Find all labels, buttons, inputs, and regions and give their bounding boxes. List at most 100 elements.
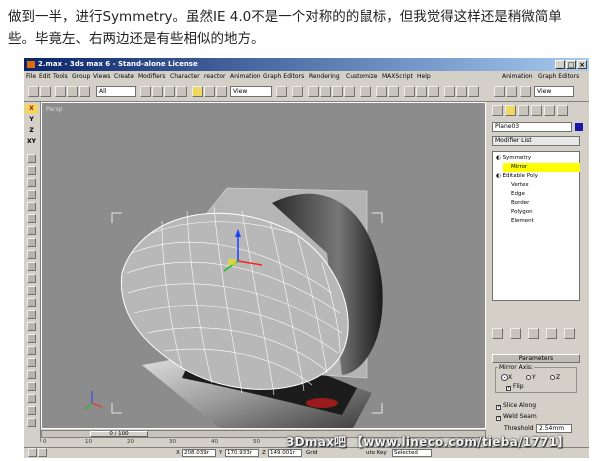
tool-7-icon[interactable] [27,226,36,235]
axis-x-radio[interactable]: X [500,374,512,382]
align-icon[interactable] [388,86,399,97]
tool-19-icon[interactable] [27,370,36,379]
tool-14-icon[interactable] [27,310,36,319]
stack-item-border[interactable]: Border [511,199,529,208]
absolute-mode-icon[interactable] [38,448,47,457]
tool-23-icon[interactable] [27,418,36,427]
tool-3-icon[interactable] [27,178,36,187]
show-end-result-icon[interactable] [510,328,521,339]
spinner-snap-icon[interactable] [344,86,355,97]
tool-5-icon[interactable] [27,202,36,211]
stack-item-edge[interactable]: Edge [511,190,525,199]
tool-2-icon[interactable] [27,166,36,175]
menu-rendering[interactable]: Rendering [309,71,340,82]
make-unique-icon[interactable] [528,328,539,339]
menu-graph-editors[interactable]: Graph Editors [263,71,304,82]
menu-create[interactable]: Create [114,71,134,82]
menu-tools[interactable]: Tools [53,71,68,82]
menu-group[interactable]: Group [72,71,90,82]
menu-animation-right[interactable]: Animation [502,71,533,82]
tool-13-icon[interactable] [27,298,36,307]
close-button[interactable]: × [577,60,587,69]
undo-right-icon[interactable] [494,86,505,97]
modifier-list-dropdown[interactable]: Modifier List [492,136,580,146]
remove-modifier-icon[interactable] [546,328,557,339]
key-filter-dropdown[interactable]: Selected [392,449,432,457]
pivot-center-icon[interactable] [276,86,287,97]
menu-animation[interactable]: Animation [230,71,261,82]
move-right-icon[interactable] [520,86,531,97]
tool-11-icon[interactable] [27,274,36,283]
menu-file[interactable]: File [26,71,36,82]
object-color-swatch[interactable] [575,123,583,131]
menu-views[interactable]: Views [93,71,110,82]
tool-18-icon[interactable] [27,358,36,367]
pin-stack-icon[interactable] [492,328,503,339]
tool-10-icon[interactable] [27,262,36,271]
motion-tab-icon[interactable] [531,105,542,116]
tool-16-icon[interactable] [27,334,36,343]
menu-character[interactable]: Character [170,71,200,82]
tool-22-icon[interactable] [27,406,36,415]
y-coord-field[interactable]: 170.933r [225,449,259,457]
axis-y-button[interactable]: Y [25,115,38,125]
select-move-icon[interactable] [192,86,203,97]
configure-modifier-sets-icon[interactable] [564,328,575,339]
quick-render-icon[interactable] [468,86,479,97]
lock-selection-icon[interactable] [28,448,37,457]
hierarchy-tab-icon[interactable] [518,105,529,116]
select-rotate-icon[interactable] [204,86,215,97]
layer-manager-icon[interactable] [404,86,415,97]
tool-21-icon[interactable] [27,394,36,403]
tool-15-icon[interactable] [27,322,36,331]
undo-icon[interactable] [28,86,39,97]
stack-item-element[interactable]: Element [511,217,534,226]
perspective-viewport[interactable]: Persp [41,102,486,429]
tool-1-icon[interactable] [27,154,36,163]
menu-customize[interactable]: Customize [346,71,378,82]
rect-selection-icon[interactable] [164,86,175,97]
named-selection-icon[interactable] [360,86,371,97]
material-editor-icon[interactable] [444,86,455,97]
stack-item-polygon[interactable]: Polygon [511,208,533,217]
stack-item-mirror[interactable]: Mirror [503,163,580,172]
redo-icon[interactable] [40,86,51,97]
percent-snap-icon[interactable] [332,86,343,97]
axis-z-button[interactable]: Z [25,126,38,136]
modify-tab-icon[interactable] [505,105,516,116]
bind-spacewarp-icon[interactable] [79,86,90,97]
render-scene-icon[interactable] [456,86,467,97]
tool-20-icon[interactable] [27,382,36,391]
menu-maxscript[interactable]: MAXScript [382,71,413,82]
tool-6-icon[interactable] [27,214,36,223]
axis-xy-button[interactable]: XY [25,137,38,147]
window-crossing-icon[interactable] [176,86,187,97]
ref-coord-right-dropdown[interactable]: View [534,86,574,97]
tool-12-icon[interactable] [27,286,36,295]
stack-item-vertex[interactable]: Vertex [511,181,529,190]
selection-filter-dropdown[interactable]: All [96,86,136,97]
z-coord-field[interactable]: 149.001r [268,449,302,457]
stack-item-editable-poly[interactable]: ◐ Editable Poly [496,172,580,181]
utilities-tab-icon[interactable] [557,105,568,116]
parameters-rollout-header[interactable]: Parameters [492,354,580,363]
stack-item-symmetry[interactable]: ◐ Symmetry [496,154,580,163]
slice-along-checkbox[interactable]: ✓ Slice Along [496,402,536,410]
tool-4-icon[interactable] [27,190,36,199]
threshold-spinner[interactable]: 2.54mm [536,424,572,433]
x-coord-field[interactable]: 208.039r [182,449,216,457]
menu-graph-editors-right[interactable]: Graph Editors [538,71,579,82]
menu-help[interactable]: Help [417,71,431,82]
time-slider-thumb[interactable]: 0 / 100 [90,431,148,437]
select-by-name-icon[interactable] [152,86,163,97]
axis-z-radio[interactable]: Z [548,374,560,382]
create-tab-icon[interactable] [492,105,503,116]
mirror-icon[interactable] [376,86,387,97]
flip-checkbox[interactable]: ✓ Flip [506,383,524,391]
tool-8-icon[interactable] [27,238,36,247]
maximize-button[interactable]: □ [566,60,576,69]
curve-editor-icon[interactable] [416,86,427,97]
snap-toggle-icon[interactable] [308,86,319,97]
schematic-view-icon[interactable] [428,86,439,97]
select-manipulate-icon[interactable] [292,86,303,97]
